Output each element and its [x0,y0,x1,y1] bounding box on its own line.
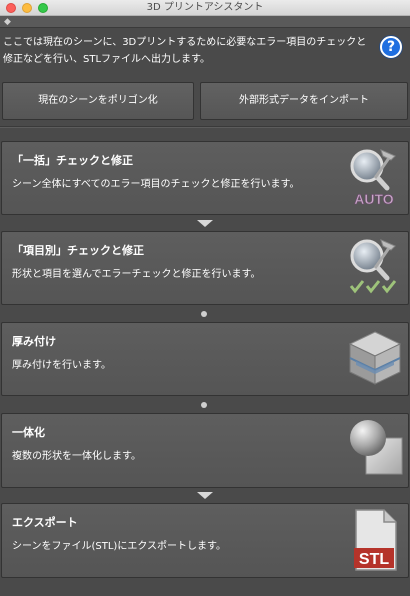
flow-dot-icon [201,311,207,317]
intro-text: ここでは現在のシーンに、3Dプリントするために必要なエラー項目のチェックと修正な… [3,37,367,65]
title-bar: 3D プリントアシスタント [0,0,410,16]
card-description: シーン全体にすべてのエラー項目のチェックと修正を行います。 [12,179,300,190]
flow-dot-icon [201,402,207,408]
card-description: 形状と項目を選んでエラーチェックと修正を行います。 [12,269,261,280]
card-title: 「項目別」チェックと修正 [12,244,144,257]
auto-label: AUTO [354,191,394,207]
card-title: 「一括」チェックと修正 [12,154,133,167]
itemized-check-fix-card[interactable]: 「項目別」チェックと修正 形状と項目を選んでエラーチェックと修正を行います。 [1,231,409,305]
auto-check-fix-icon: AUTO [345,146,403,212]
thickness-cube-icon [346,328,404,394]
merge-card[interactable]: 一体化 複数の形状を一体化します。 [1,413,409,488]
batch-check-fix-card[interactable]: 「一括」チェックと修正 シーン全体にすべてのエラー項目のチェックと修正を行います… [1,141,409,215]
collapse-toggle-icon[interactable]: ◆ [4,17,11,27]
polygonize-scene-button[interactable]: 現在のシーンをポリゴン化 [2,82,194,120]
card-description: 複数の形状を一体化します。 [12,451,141,462]
card-title: エクスポート [12,516,78,529]
card-title: 厚み付け [12,335,56,348]
itemized-check-fix-icon [345,236,403,302]
window-title: 3D プリントアシスタント [146,2,264,13]
stl-label: STL [359,551,389,568]
help-button[interactable]: ? [380,36,402,58]
flow-arrow-icon [197,492,213,499]
divider [0,126,410,128]
help-icon: ? [386,39,396,55]
card-description: シーンをファイル(STL)にエクスポートします。 [12,541,227,552]
card-title: 一体化 [12,426,45,439]
export-card[interactable]: エクスポート シーンをファイル(STL)にエクスポートします。 STL [1,503,409,578]
flow-arrow-icon [197,220,213,227]
stl-file-icon: STL [352,508,400,578]
merge-shapes-icon [346,418,406,488]
thickness-card[interactable]: 厚み付け 厚み付けを行います。 [1,322,409,396]
card-description: 厚み付けを行います。 [12,360,111,371]
import-external-data-button[interactable]: 外部形式データをインポート [200,82,408,120]
panel-header-strip: ◆ [0,16,410,28]
